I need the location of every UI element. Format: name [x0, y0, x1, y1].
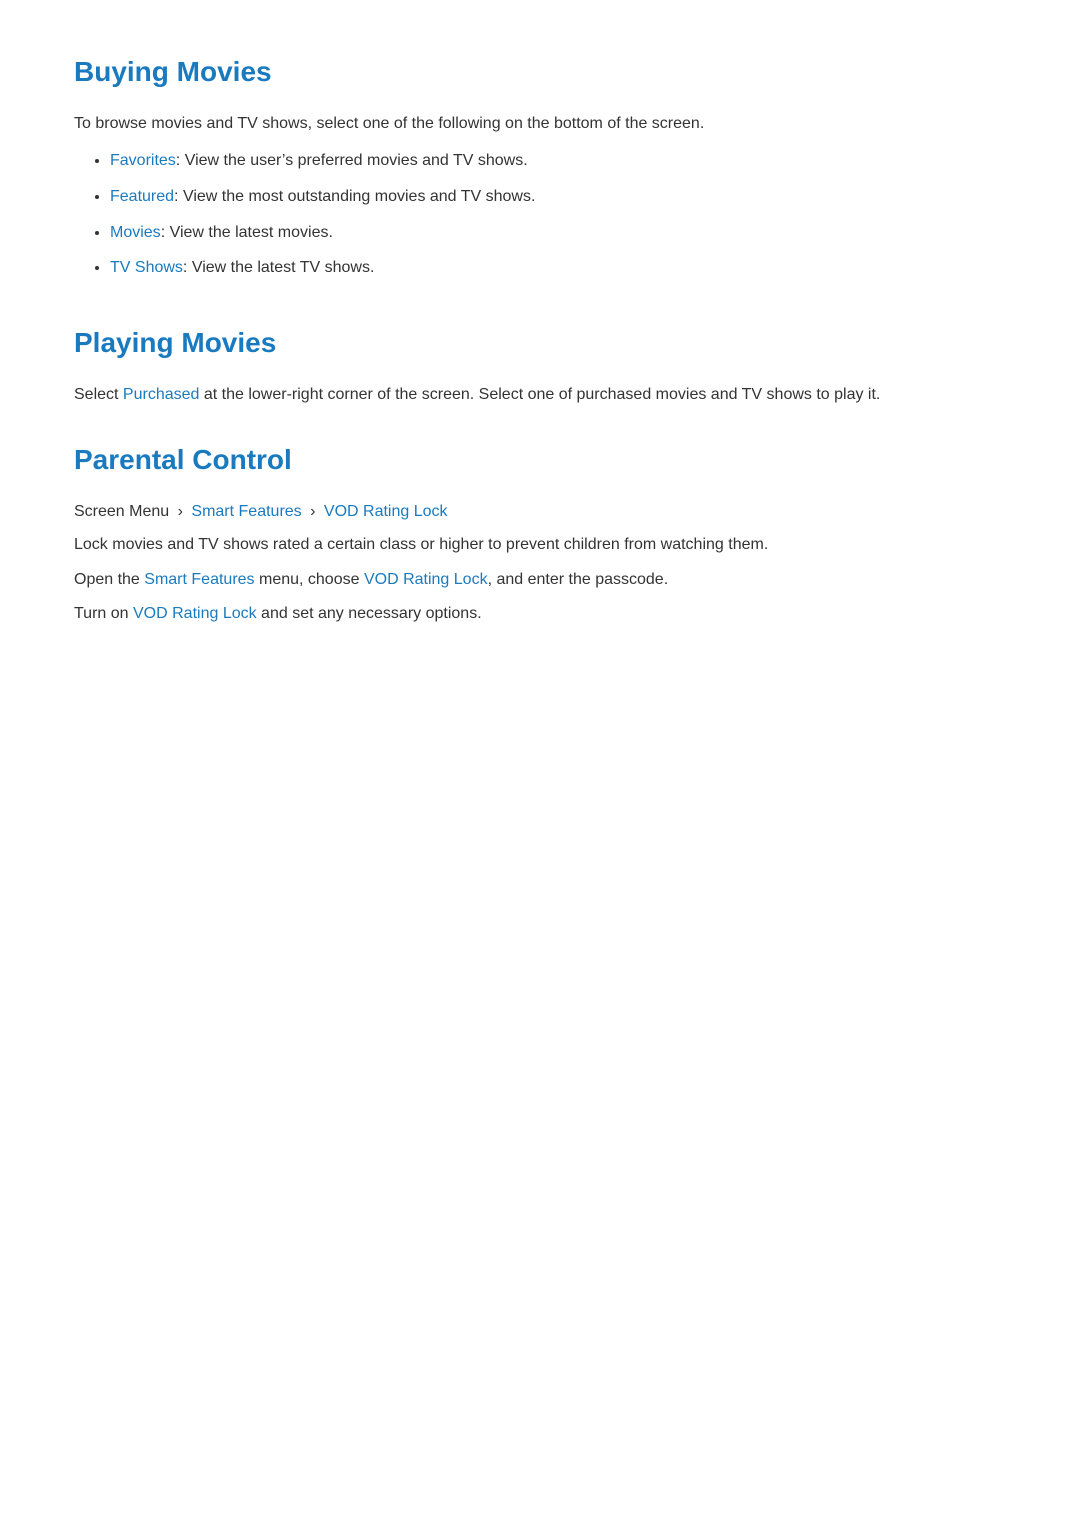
playing-movies-title: Playing Movies: [74, 321, 1006, 366]
favorites-link[interactable]: Favorites: [110, 152, 176, 169]
buying-movies-list: Favorites: View the user’s preferred mov…: [74, 148, 1006, 280]
list-item: Favorites: View the user’s preferred mov…: [110, 148, 1006, 174]
vod-rating-lock-breadcrumb-link[interactable]: VOD Rating Lock: [324, 503, 448, 520]
playing-movies-intro: Select Purchased at the lower-right corn…: [74, 382, 1006, 408]
parental-control-line1: Lock movies and TV shows rated a certain…: [74, 532, 1006, 558]
movies-text: : View the latest movies.: [161, 224, 333, 241]
buying-movies-title: Buying Movies: [74, 50, 1006, 95]
line3-suffix: and set any necessary options.: [257, 605, 482, 622]
tvshows-link[interactable]: TV Shows: [110, 259, 183, 276]
list-item: Movies: View the latest movies.: [110, 220, 1006, 246]
playing-movies-section: Playing Movies Select Purchased at the l…: [74, 321, 1006, 408]
parental-control-line3: Turn on VOD Rating Lock and set any nece…: [74, 601, 1006, 627]
vod-rating-lock-link-2[interactable]: VOD Rating Lock: [133, 605, 257, 622]
breadcrumb-prefix: Screen Menu: [74, 503, 169, 520]
line3-prefix: Turn on: [74, 605, 133, 622]
favorites-text: : View the user’s preferred movies and T…: [176, 152, 528, 169]
parental-control-line2: Open the Smart Features menu, choose VOD…: [74, 567, 1006, 593]
smart-features-breadcrumb-link[interactable]: Smart Features: [191, 503, 301, 520]
buying-movies-section: Buying Movies To browse movies and TV sh…: [74, 50, 1006, 281]
line2-mid: menu, choose: [255, 571, 364, 588]
movies-link[interactable]: Movies: [110, 224, 161, 241]
purchased-link[interactable]: Purchased: [123, 386, 200, 403]
featured-link[interactable]: Featured: [110, 188, 174, 205]
breadcrumb-separator-2: ›: [310, 503, 315, 520]
list-item: Featured: View the most outstanding movi…: [110, 184, 1006, 210]
playing-movies-suffix: at the lower-right corner of the screen.…: [199, 386, 880, 403]
buying-movies-intro: To browse movies and TV shows, select on…: [74, 111, 1006, 137]
line2-prefix: Open the: [74, 571, 144, 588]
line2-suffix: , and enter the passcode.: [488, 571, 669, 588]
featured-text: : View the most outstanding movies and T…: [174, 188, 535, 205]
smart-features-link[interactable]: Smart Features: [144, 571, 254, 588]
breadcrumb: Screen Menu › Smart Features › VOD Ratin…: [74, 499, 1006, 525]
list-item: TV Shows: View the latest TV shows.: [110, 255, 1006, 281]
vod-rating-lock-link-1[interactable]: VOD Rating Lock: [364, 571, 488, 588]
breadcrumb-separator-1: ›: [178, 503, 183, 520]
tvshows-text: : View the latest TV shows.: [183, 259, 375, 276]
playing-movies-prefix: Select: [74, 386, 123, 403]
parental-control-section: Parental Control Screen Menu › Smart Fea…: [74, 438, 1006, 628]
parental-control-title: Parental Control: [74, 438, 1006, 483]
